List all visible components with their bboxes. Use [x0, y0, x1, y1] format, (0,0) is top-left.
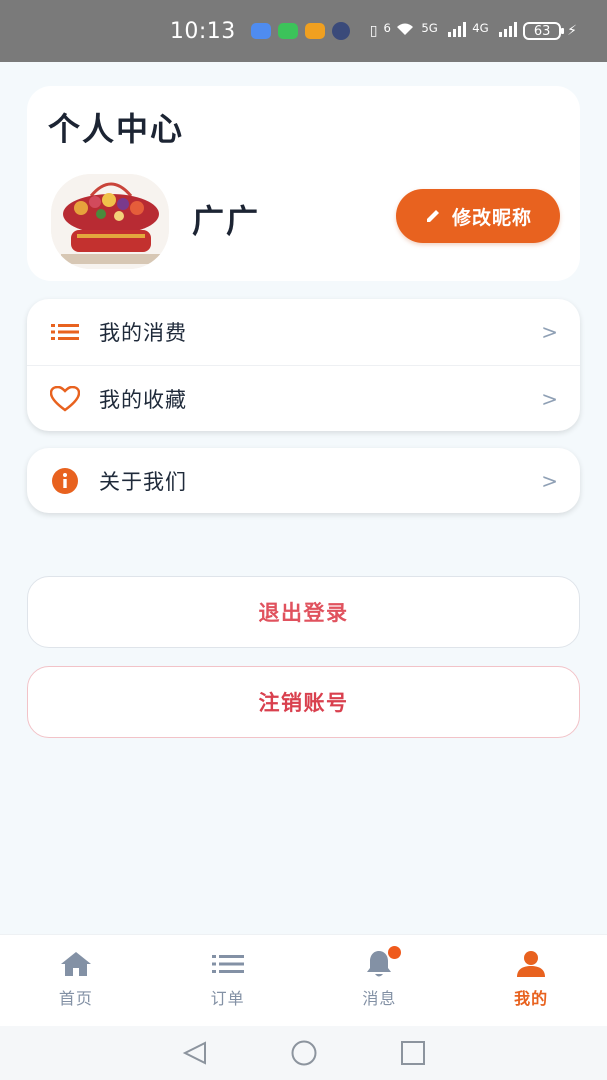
status-bar: 10:13 ▯ 6 5G 4G 63 ⚡ — [0, 0, 607, 62]
wifi-icon: 6 — [383, 21, 415, 42]
signal-5g-icon: 5G — [421, 20, 467, 42]
tab-home[interactable]: 首页 — [0, 935, 152, 1026]
menu-item-label: 我的收藏 — [99, 387, 187, 412]
logout-button[interactable]: 退出登录 — [27, 576, 580, 648]
list-icon — [49, 318, 81, 346]
wechat-icon — [277, 23, 298, 39]
menu-item-label: 我的消费 — [99, 321, 187, 345]
home-circle-icon[interactable] — [289, 1038, 319, 1068]
edit-nickname-button[interactable]: 修改昵称 — [396, 189, 560, 243]
menu-item-about-us[interactable]: 关于我们 > — [27, 448, 580, 513]
recent-apps-icon[interactable] — [398, 1038, 428, 1068]
tab-label: 首页 — [58, 989, 93, 1008]
home-icon — [60, 949, 92, 979]
network-4g-label: 4G — [472, 20, 489, 35]
back-icon[interactable] — [180, 1038, 210, 1068]
vibrate-icon: ▯ — [369, 23, 378, 39]
charging-icon: ⚡ — [567, 23, 577, 39]
menu-item-my-spending[interactable]: 我的消费 > — [27, 299, 580, 365]
app-notification-icon — [250, 23, 271, 39]
user-icon — [516, 949, 546, 979]
nickname: 广广 — [192, 202, 261, 240]
tab-label: 订单 — [210, 989, 245, 1008]
tab-label: 我的 — [514, 989, 549, 1008]
menu-item-label: 关于我们 — [99, 469, 187, 494]
tab-me[interactable]: 我的 — [455, 935, 607, 1026]
delete-account-button[interactable]: 注销账号 — [27, 666, 580, 738]
network-5g-label: 5G — [421, 20, 438, 35]
page-title: 个人中心 — [48, 110, 185, 148]
system-navigation-bar — [0, 1026, 607, 1080]
chevron-right-icon: > — [541, 320, 558, 344]
tab-orders[interactable]: 订单 — [152, 935, 304, 1026]
status-time: 10:13 — [169, 18, 236, 44]
video-app-icon — [304, 23, 325, 39]
chevron-right-icon: > — [541, 468, 558, 493]
heart-icon — [49, 385, 81, 413]
game-app-icon — [331, 22, 350, 40]
chevron-right-icon: > — [541, 386, 558, 411]
profile-card: 个人中心 广广 修改昵称 — [27, 86, 580, 281]
bottom-tab-bar: 首页 订单 消息 我的 — [0, 934, 607, 1026]
menu-group-account: 我的消费 > 我的收藏 > — [27, 299, 580, 431]
menu-item-my-favorites[interactable]: 我的收藏 > — [27, 365, 580, 431]
tab-messages[interactable]: 消息 — [304, 935, 456, 1026]
bell-icon — [365, 946, 402, 979]
list-icon — [211, 949, 244, 979]
pencil-icon — [426, 210, 439, 222]
battery-icon: 63 — [523, 22, 565, 40]
edit-nickname-label: 修改昵称 — [451, 206, 532, 229]
tab-label: 消息 — [362, 989, 397, 1008]
info-icon — [49, 467, 81, 495]
menu-group-about: 关于我们 > — [27, 448, 580, 513]
wifi-label: 6 — [383, 20, 391, 35]
notification-dot — [388, 946, 402, 959]
signal-4g-icon: 4G — [472, 20, 518, 42]
avatar[interactable] — [51, 174, 169, 269]
system-indicators: ▯ 6 5G 4G 63 ⚡ — [364, 21, 577, 42]
